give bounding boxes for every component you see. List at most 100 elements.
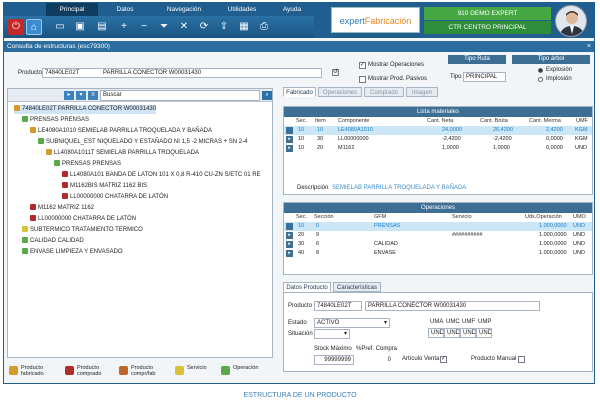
sale-article-checkbox[interactable]: ✓	[440, 356, 447, 363]
product-field[interactable]: 74840LE02T PARRILLA CONECTOR W00031430	[42, 68, 322, 78]
menu-principal[interactable]: Principal	[46, 3, 98, 16]
tab-fabricado[interactable]: Fabricado	[283, 87, 316, 97]
tree-node[interactable]: ENVASE LIMPIEZA Y ENVASADO	[22, 248, 123, 257]
tree-node[interactable]: SUBTERMICO TRATAMIENTO TERMICO	[22, 226, 143, 235]
table-row[interactable]: ▸ 10 20 M1162 1,0000 1,0000 0,0000 UND	[284, 144, 592, 153]
cell-item: 30	[317, 136, 324, 142]
pd-status-select[interactable]: ACTIVO ▾	[314, 318, 390, 328]
row-selector-icon[interactable]: ▸	[286, 241, 293, 248]
pd-situation-label: Situación	[288, 331, 313, 337]
pd-product-code[interactable]: 74840LE02T	[314, 301, 362, 311]
work-center-badge[interactable]: CTR CENTRO PRINCIPAL	[424, 21, 551, 34]
pd-product-name[interactable]: PARRILLA CONECTOR W00031430	[365, 301, 540, 311]
tree-options-icon[interactable]: ≡	[88, 91, 98, 100]
cell-merma: 2,4200	[546, 127, 563, 133]
tree-search-input[interactable]: Buscar	[100, 90, 260, 101]
avatar[interactable]	[555, 5, 587, 37]
tab-comprado[interactable]: Comprado	[364, 87, 404, 97]
tree-node[interactable]: LL4080A1011T SEMIELAB PARRILLA TROQUELAD…	[46, 149, 199, 158]
tree-node[interactable]: CALIDAD CALIDAD	[22, 237, 84, 246]
print-preview-icon[interactable]: ▤	[94, 19, 110, 35]
row-selector-icon[interactable]: ▸	[286, 250, 293, 257]
tree-node[interactable]: LL4080A101 BANDA DE LATON 101 X 0,8 R-41…	[62, 171, 261, 180]
power-icon[interactable]: ⏻	[8, 19, 24, 35]
tab-datos-producto[interactable]: Datos Producto	[283, 282, 331, 292]
tree-node[interactable]: M1162 MATRIZ 1162	[30, 204, 94, 213]
tree-toolbar: ▸ ▾ ≡ Buscar ⌕	[8, 89, 272, 102]
folder-icon[interactable]: ▭	[52, 19, 68, 35]
cell-sec: 40	[298, 250, 305, 256]
tree-node[interactable]: PRENSAS PRENSAS	[22, 116, 89, 125]
col-sec: Sec.	[296, 118, 308, 124]
pd-situation-select[interactable]: ▾	[314, 329, 350, 339]
grid-icon[interactable]: ▦	[236, 19, 252, 35]
table-row[interactable]: ▸ 20 9 ########## 1.000,0000 UND	[284, 231, 592, 240]
cell-umf: UND	[575, 145, 587, 151]
tree-node[interactable]: SUBNIQUEL_EST NIQUELADO Y ESTAÑADO NI 1,…	[38, 138, 247, 147]
show-passive-checkbox[interactable]	[359, 76, 366, 83]
product-code: 74840LE02T	[45, 70, 80, 76]
route-type-field[interactable]: PRINCIPAL	[463, 72, 506, 82]
tree-node[interactable]: LL00000000 CHATARRA DE LATÓN	[30, 215, 136, 224]
lookup-icon[interactable]: ↺	[332, 69, 339, 76]
refresh-icon[interactable]: ⟳	[196, 19, 212, 35]
manual-product-checkbox[interactable]	[518, 356, 525, 363]
tree-node[interactable]: LE4080A1010 SEMIELAB PARRILLA TROQUELADA…	[30, 127, 212, 136]
table-row[interactable]: ▸ 40 8 ENVASE 1.000,0000 UND	[284, 249, 592, 258]
tab-operaciones[interactable]: Operaciones	[318, 87, 362, 97]
tab-imagen[interactable]: Imagen	[406, 87, 438, 97]
cell-sec: 20	[298, 232, 305, 238]
close-icon[interactable]: ×	[587, 41, 591, 52]
route-type-header: Tipo Ruta	[448, 55, 506, 64]
col-item: Item	[315, 118, 326, 124]
menu-utilidades[interactable]: Utilidades	[216, 3, 268, 16]
table-row[interactable]: ▸ 30 6 CALIDAD 1.000,0000 UND	[284, 240, 592, 249]
delete-icon[interactable]: −	[136, 19, 152, 35]
tree-node[interactable]: LL00000000 CHATARRA DE LATÓN	[62, 193, 168, 202]
table-row[interactable]: ▸ 10 10 LE4080A1010 24,0000 26,4200 2,4200 KGM	[284, 126, 592, 135]
save-icon[interactable]: ▣	[72, 19, 88, 35]
tab-caracteristicas[interactable]: Características	[333, 282, 381, 292]
umf-field[interactable]: UND	[460, 328, 476, 338]
tree-node[interactable]: PRENSAS PRENSAS	[54, 160, 121, 169]
row-selector-icon[interactable]: ▸	[286, 223, 293, 230]
filter-icon[interactable]: ⏷	[156, 19, 172, 35]
menu-navegacion[interactable]: Navegación	[154, 3, 214, 16]
row-selector-icon[interactable]: ▸	[286, 145, 293, 152]
tree-node-label: M1162 MATRIZ 1162	[38, 205, 95, 211]
pref-purchase-field[interactable]: 0	[356, 355, 394, 365]
tree-node-label: LL00000000 CHATARRA DE LATÓN	[70, 194, 169, 200]
show-ops-label: Mostrar Operaciones	[368, 62, 425, 68]
sale-article-label: Artículo Venta	[402, 356, 440, 362]
table-row[interactable]: ▸ 10 30 LL00000000 -2,4200 -2,4200 0,0000 KGM	[284, 135, 592, 144]
menu-ayuda[interactable]: Ayuda	[270, 3, 314, 16]
company-badge[interactable]: 910 DEMO EXPERT	[424, 7, 551, 20]
cell-umf: KGM	[575, 127, 588, 133]
tree-node[interactable]: M1162BIS MATRIZ 1162 BIS	[62, 182, 147, 191]
export-icon[interactable]: ⇪	[216, 19, 232, 35]
clear-icon[interactable]: ✕	[176, 19, 192, 35]
home-icon[interactable]: ⌂	[26, 19, 42, 35]
table-row[interactable]: ▸ 10 0 PRENSAS 1.000,0000 UND	[284, 222, 592, 231]
row-selector-icon[interactable]: ▸	[286, 232, 293, 239]
search-icon[interactable]: ⌕	[262, 91, 272, 100]
implosion-radio[interactable]	[538, 77, 543, 82]
stock-max-field[interactable]: 99999999	[314, 355, 354, 365]
collapse-all-icon[interactable]: ▾	[76, 91, 86, 100]
expand-all-icon[interactable]: ▸	[64, 91, 74, 100]
ump-field[interactable]: UND	[476, 328, 492, 338]
cell-neta: 1,0000	[442, 145, 459, 151]
uma-field[interactable]: UND	[428, 328, 444, 338]
show-ops-checkbox[interactable]: ✓	[359, 62, 366, 69]
row-selector-icon[interactable]: ▸	[286, 127, 293, 134]
tree-node[interactable]: 74840LE02T PARRILLA CONECTOR W00031430	[14, 105, 157, 114]
cell-sec: 10	[298, 145, 305, 151]
menu-datos[interactable]: Datos	[102, 3, 148, 16]
print-icon[interactable]: ⎙	[256, 19, 272, 35]
add-icon[interactable]: +	[116, 19, 132, 35]
materials-list: Lista materiales Sec. Item Componente Ca…	[283, 106, 593, 195]
explosion-radio[interactable]	[538, 68, 543, 73]
row-selector-icon[interactable]: ▸	[286, 136, 293, 143]
col-cant-bruta: Cant. Bruta	[480, 118, 508, 124]
umc-field[interactable]: UND	[444, 328, 460, 338]
